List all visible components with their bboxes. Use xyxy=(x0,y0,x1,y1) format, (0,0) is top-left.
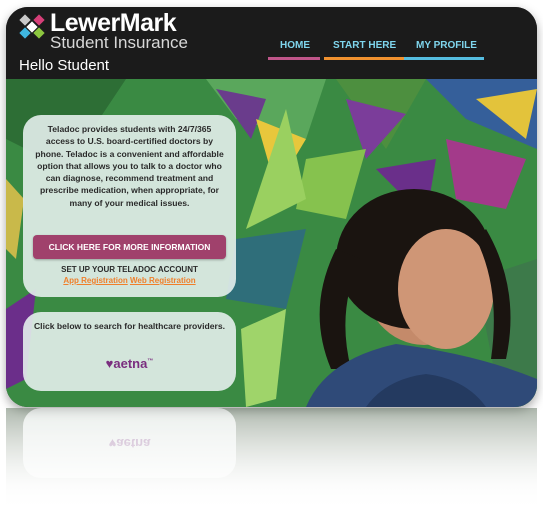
registration-links: App Registration Web Registration xyxy=(23,276,236,285)
nav-start-here[interactable]: START HERE xyxy=(324,40,410,64)
provider-search-card: Click below to search for healthcare pro… xyxy=(23,312,236,391)
aetna-logo-link[interactable]: ♥aetna™ xyxy=(23,356,236,371)
teladoc-card: Teladoc provides students with 24/7/365 … xyxy=(23,115,236,297)
nav-my-profile-label[interactable]: MY PROFILE xyxy=(416,40,477,51)
nav-my-profile[interactable]: MY PROFILE xyxy=(404,40,490,64)
reflection-fade xyxy=(0,408,543,512)
provider-search-text: Click below to search for healthcare pro… xyxy=(33,321,226,331)
more-info-button[interactable]: CLICK HERE FOR MORE INFORMATION xyxy=(33,235,226,259)
app-registration-link[interactable]: App Registration xyxy=(63,276,127,285)
nav-home-label[interactable]: HOME xyxy=(280,40,310,51)
lewermark-x-logo-icon xyxy=(19,14,45,39)
web-registration-link[interactable]: Web Registration xyxy=(130,276,196,285)
header-bar: LewerMark Student Insurance Hello Studen… xyxy=(6,7,537,79)
brand-subtitle: Student Insurance xyxy=(50,33,188,52)
hero-section: Teladoc provides students with 24/7/365 … xyxy=(6,79,537,407)
aetna-trademark: ™ xyxy=(147,358,154,365)
nav-my-profile-underline xyxy=(404,57,484,60)
brand-logo[interactable]: LewerMark Student Insurance xyxy=(18,9,188,52)
teladoc-description: Teladoc provides students with 24/7/365 … xyxy=(35,124,224,208)
nav-home-underline xyxy=(268,57,320,60)
app-window: LewerMark Student Insurance Hello Studen… xyxy=(6,7,537,407)
greeting-text: Hello Student xyxy=(19,57,110,74)
nav-home[interactable]: HOME xyxy=(268,40,328,64)
setup-account-label: SET UP YOUR TELADOC ACCOUNT xyxy=(61,265,198,274)
nav-start-here-label[interactable]: START HERE xyxy=(333,40,396,51)
nav-start-here-underline xyxy=(324,57,408,60)
aetna-logo-text: ♥aetna xyxy=(105,356,148,371)
